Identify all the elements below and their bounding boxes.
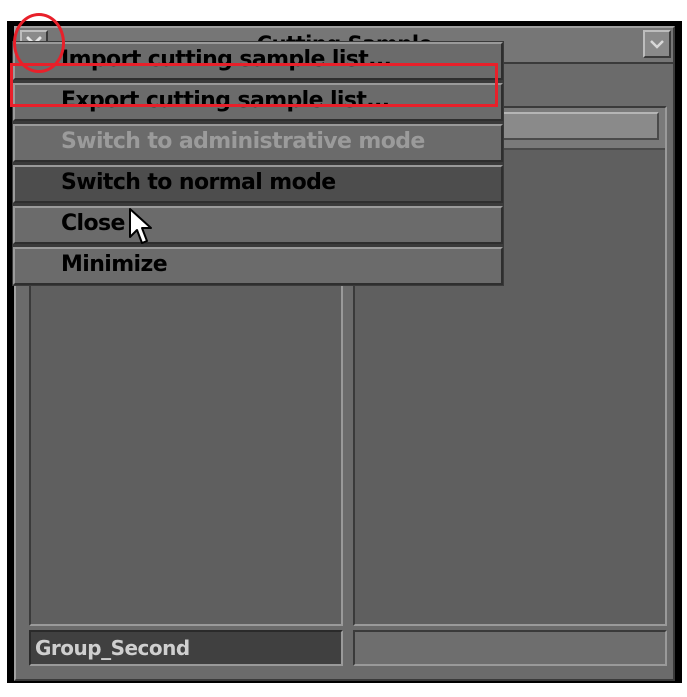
menu-item-normal-mode[interactable]: Switch to normal mode xyxy=(13,165,503,203)
chevron-down-icon xyxy=(650,40,664,49)
menu-item-minimize[interactable]: Minimize xyxy=(13,247,503,285)
group-name-field[interactable]: Group_Second xyxy=(29,630,343,666)
menu-item-admin-mode: Switch to administrative mode xyxy=(13,124,503,162)
highlight-circle xyxy=(13,13,65,73)
highlight-box xyxy=(10,63,498,107)
mouse-cursor-icon xyxy=(129,208,152,244)
window-menu-button[interactable] xyxy=(643,30,671,58)
status-field xyxy=(353,630,667,666)
menu-item-close[interactable]: Close xyxy=(13,206,503,244)
